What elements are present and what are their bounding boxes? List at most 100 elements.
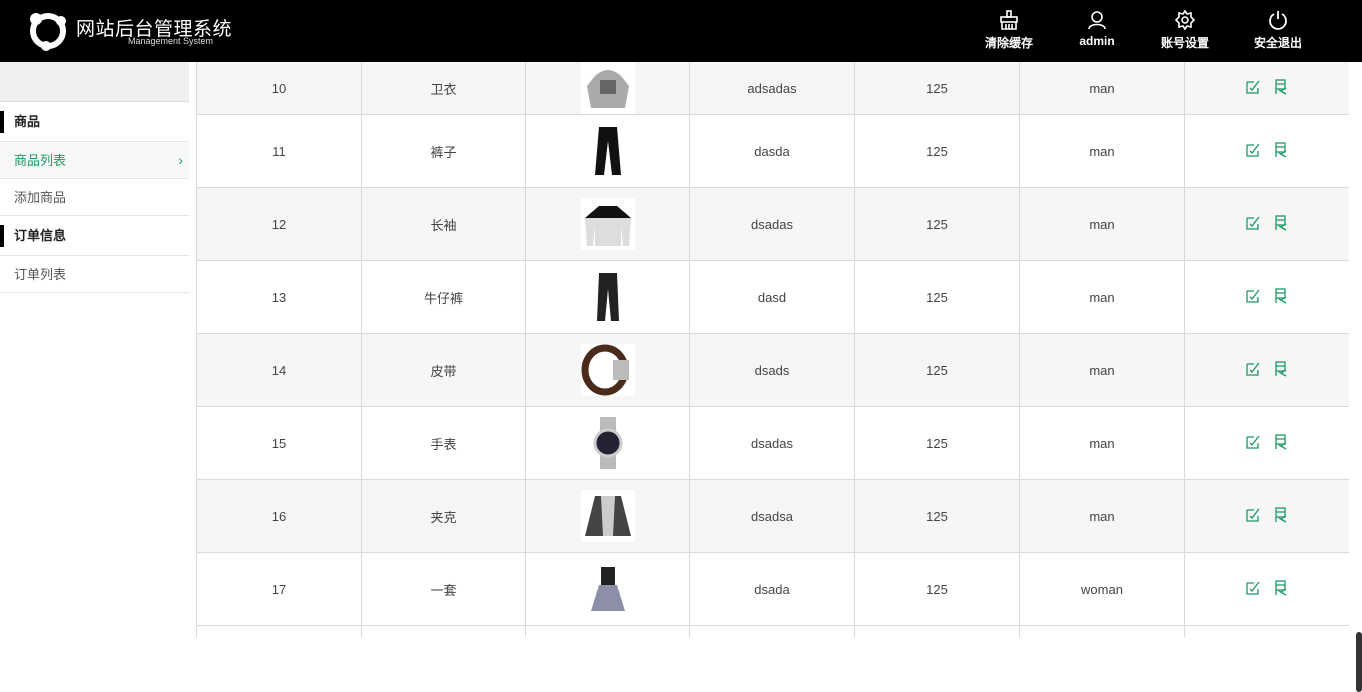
- chevron-right-icon: ›: [178, 152, 183, 168]
- sidebar-top: [0, 62, 189, 102]
- cell-price: 125: [854, 552, 1020, 626]
- cell-price: 125: [854, 114, 1020, 188]
- table-row: 10 卫衣 adsadas 125 man: [196, 62, 1349, 115]
- delete-icon[interactable]: [1273, 433, 1289, 450]
- sidebar-group-products: 商品: [0, 102, 189, 142]
- cell-price: 125: [854, 260, 1020, 334]
- user-icon: [1088, 11, 1106, 30]
- cell-id: 14: [196, 333, 362, 407]
- sidebar-item-product-list[interactable]: 商品列表 ›: [0, 142, 189, 179]
- cell-price: 125: [854, 479, 1020, 553]
- account-settings-button[interactable]: 账号设置: [1145, 10, 1225, 51]
- cell-name: 裤子: [361, 114, 526, 188]
- cell-name: 皮带: [361, 333, 526, 407]
- cell-desc: dsadas: [689, 406, 855, 480]
- cell-image: [525, 552, 690, 626]
- sidebar-group-orders: 订单信息: [0, 216, 189, 256]
- cell-id: 16: [196, 479, 362, 553]
- clear-cache-label: 清除缓存: [984, 36, 1033, 50]
- broom-icon: [1000, 10, 1018, 30]
- admin-label: admin: [1079, 34, 1115, 48]
- cell-empty: [196, 625, 362, 637]
- cell-id: 17: [196, 552, 362, 626]
- cell-desc: adsadas: [689, 62, 855, 115]
- product-table-area: 10 卫衣 adsadas 125 man 11 裤子 dasda 125 man 12 长袖 dsad…: [196, 62, 1349, 637]
- table-row: 13 牛仔裤 dasd 125 man: [196, 260, 1349, 334]
- cell-image: [525, 187, 690, 261]
- edit-icon[interactable]: [1245, 79, 1261, 95]
- gear-icon: [1175, 10, 1195, 30]
- cell-actions: [1184, 260, 1349, 334]
- delete-icon[interactable]: [1273, 78, 1289, 95]
- top-bar: 网站后台管理系统 Management System 清除缓存 admin 账号…: [0, 0, 1362, 62]
- clear-cache-button[interactable]: 清除缓存: [969, 10, 1049, 51]
- cell-actions: [1184, 479, 1349, 553]
- cell-actions: [1184, 62, 1349, 115]
- cell-price: 125: [854, 62, 1020, 115]
- product-thumbnail: [580, 490, 635, 542]
- cell-price: 125: [854, 333, 1020, 407]
- cell-actions: [1184, 552, 1349, 626]
- table-row: 12 长袖 dsadas 125 man: [196, 187, 1349, 261]
- power-icon: [1269, 11, 1287, 30]
- logout-button[interactable]: 安全退出: [1238, 10, 1318, 51]
- cell-category: man: [1019, 62, 1185, 115]
- table-row: 11 裤子 dasda 125 man: [196, 114, 1349, 188]
- cell-name: 牛仔裤: [361, 260, 526, 334]
- edit-icon[interactable]: [1245, 361, 1261, 377]
- delete-icon[interactable]: [1273, 506, 1289, 523]
- cell-category: man: [1019, 406, 1185, 480]
- cell-name: 长袖: [361, 187, 526, 261]
- product-thumbnail: [580, 563, 635, 615]
- delete-icon[interactable]: [1273, 141, 1289, 158]
- delete-icon[interactable]: [1273, 287, 1289, 304]
- logo-icon: [30, 13, 66, 51]
- product-thumbnail: [580, 198, 635, 250]
- delete-icon[interactable]: [1273, 214, 1289, 231]
- cell-price: 125: [854, 187, 1020, 261]
- sidebar-item-add-product[interactable]: 添加商品: [0, 179, 189, 216]
- cell-desc: dasda: [689, 114, 855, 188]
- scrollbar[interactable]: [1352, 62, 1362, 692]
- cell-image: [525, 62, 690, 115]
- account-settings-label: 账号设置: [1160, 36, 1209, 50]
- sidebar: 商品 商品列表 › 添加商品 订单信息 订单列表: [0, 62, 189, 637]
- delete-icon[interactable]: [1273, 579, 1289, 596]
- cell-actions: [1184, 114, 1349, 188]
- table-row: [196, 625, 1349, 637]
- product-table: 10 卫衣 adsadas 125 man 11 裤子 dasda 125 man 12 长袖 dsad…: [196, 62, 1349, 637]
- table-row: 15 手表 dsadas 125 man: [196, 406, 1349, 480]
- cell-name: 一套: [361, 552, 526, 626]
- admin-button[interactable]: admin: [1057, 10, 1137, 48]
- edit-icon[interactable]: [1245, 580, 1261, 596]
- cell-desc: dsada: [689, 552, 855, 626]
- edit-icon[interactable]: [1245, 215, 1261, 231]
- cell-image: [525, 114, 690, 188]
- cell-name: 夹克: [361, 479, 526, 553]
- cell-actions: [1184, 333, 1349, 407]
- sidebar-item-order-list[interactable]: 订单列表: [0, 256, 189, 293]
- cell-category: man: [1019, 479, 1185, 553]
- edit-icon[interactable]: [1245, 142, 1261, 158]
- cell-image: [525, 333, 690, 407]
- cell-image: [525, 260, 690, 334]
- table-row: 16 夹克 dsadsa 125 man: [196, 479, 1349, 553]
- scrollbar-thumb[interactable]: [1356, 632, 1362, 692]
- product-thumbnail: [580, 62, 635, 114]
- cell-id: 15: [196, 406, 362, 480]
- cell-category: man: [1019, 114, 1185, 188]
- cell-desc: dsadsa: [689, 479, 855, 553]
- cell-empty: [854, 625, 1020, 637]
- cell-price: 125: [854, 406, 1020, 480]
- cell-category: woman: [1019, 552, 1185, 626]
- cell-empty: [689, 625, 855, 637]
- edit-icon[interactable]: [1245, 507, 1261, 523]
- delete-icon[interactable]: [1273, 360, 1289, 377]
- cell-category: man: [1019, 187, 1185, 261]
- cell-empty: [525, 625, 690, 637]
- edit-icon[interactable]: [1245, 288, 1261, 304]
- sidebar-item-label: 添加商品: [14, 190, 67, 205]
- cell-id: 12: [196, 187, 362, 261]
- cell-image: [525, 479, 690, 553]
- edit-icon[interactable]: [1245, 434, 1261, 450]
